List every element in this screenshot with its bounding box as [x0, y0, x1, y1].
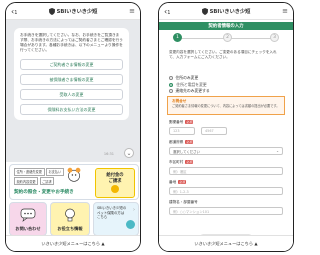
change-type-radios: 住所のみ変更 住所と電話を変更 連絡先のみ変更する	[169, 75, 210, 95]
coin-icon	[111, 184, 119, 193]
message-bubble: お手続きを選択してください。なお、お手続きをご覧頂きます際、お手続きの方法によっ…	[14, 28, 129, 120]
street-label: 番地 必須	[169, 180, 187, 184]
building-input[interactable]: 例）○○マンション101	[169, 207, 283, 215]
radio-option-3[interactable]: 連絡先のみ変更する	[169, 88, 210, 95]
option-button-4[interactable]: 保険料お支払い方法の変更	[20, 104, 123, 115]
shield-icon	[201, 7, 208, 15]
prefecture-label: 都道府県 必須	[169, 140, 194, 144]
back-button[interactable]: ‹1	[164, 7, 178, 16]
tag-item: 住所・連絡先変更	[14, 168, 45, 176]
warning-text: ご契約者さま情報の変更について、内容によっては書類の提出が必要です。	[172, 104, 280, 108]
chat-title: SBIいきいき少短	[25, 7, 121, 15]
banner-title: 契約の照会・変更やお手続き	[14, 190, 74, 195]
tag-item: お支払い	[46, 168, 64, 176]
postal-input-1[interactable]: 123	[169, 127, 195, 135]
city-input[interactable]: 例）港区	[169, 167, 283, 175]
left-phone: ‹1 SBIいきいき少短 ≡ お手続きを選択してください。なお、お手続きをご覧頂…	[5, 2, 141, 252]
inquiry-label: お問い合わせ	[15, 226, 41, 231]
tag-item: ご請求	[39, 177, 55, 186]
building-label: 建物名・部屋番号	[169, 200, 198, 204]
title-text: SBIいきいき少短	[56, 8, 98, 15]
useful-info-tile[interactable]: お役立ち情報	[50, 202, 90, 236]
rich-menu: 住所・連絡先変更 お支払い 契約内容変更 ご請求 契約の照会・変更やお手続き 給…	[6, 162, 140, 237]
radio-selected-icon	[169, 82, 173, 87]
street-input[interactable]: 例）1-2-3	[169, 187, 283, 195]
postal-label: 郵便番号 必須	[169, 120, 194, 124]
step-1: 1	[173, 33, 182, 42]
header-bar: ‹1 SBIいきいき少短 ≡	[6, 3, 140, 20]
contract-banner[interactable]: 住所・連絡先変更 お支払い 契約内容変更 ご請求 契約の照会・変更やお手続き 給…	[9, 164, 139, 200]
radio-icon	[169, 76, 173, 81]
arrow-right-icon: ›	[133, 207, 135, 213]
tag-list: 住所・連絡先変更 お支払い 契約内容変更 ご請求	[14, 168, 70, 186]
prefecture-select[interactable]: 選択してください ⌄	[169, 147, 283, 155]
paw-icon	[126, 220, 135, 229]
tag-item: 契約内容変更	[14, 177, 39, 186]
step-progress: 1 2 3	[173, 33, 279, 43]
option-button-2[interactable]: 被保険者さま情報の変更	[20, 74, 123, 85]
lightbulb-icon	[65, 208, 75, 222]
right-phone: ‹1 SBIいきいき少短 ≡ 契約者情報の入力 1 2 3 変更内容を選択してく…	[158, 2, 294, 252]
benefit-claim-label: 給付金の ご請求	[106, 173, 124, 184]
option-button-1[interactable]: ご契約者さま情報の変更	[20, 59, 123, 70]
hamburger-icon[interactable]: ≡	[274, 7, 288, 15]
title-text: SBIいきいき少短	[209, 8, 251, 15]
mascot-icon	[67, 167, 81, 182]
postal-input-2[interactable]: 4567	[201, 127, 227, 135]
option-button-3[interactable]: 受取人の変更	[20, 89, 123, 100]
inquiry-tile[interactable]: お問い合わせ	[9, 202, 47, 236]
message-text: お手続きを選択してください。なお、お手続きをご覧頂きます際、お手続きの方法によっ…	[20, 33, 123, 52]
chevron-down-icon: ⌄	[276, 149, 279, 153]
step-2: 2	[223, 33, 232, 42]
menu-footer[interactable]: いきいき少短メニューはこちら ▲	[6, 235, 140, 251]
chat-bubble-icon	[20, 208, 36, 222]
radio-icon	[169, 89, 173, 94]
form-title: 契約者情報の入力	[159, 22, 293, 30]
chat-title: SBIいきいき少短	[178, 7, 274, 15]
shield-icon	[48, 7, 55, 15]
back-button[interactable]: ‹1	[11, 7, 25, 16]
menu-footer[interactable]: いきいき少短メニューはこちら ▲	[159, 235, 293, 251]
pet-insurance-tile[interactable]: SBIいきいき少短のペット保険の方はこちら ›	[93, 202, 139, 236]
useful-info-label: お役立ち情報	[57, 226, 83, 231]
warning-box: お問合せ ご契約者さま情報の変更について、内容によっては書類の提出が必要です。	[167, 96, 285, 115]
form-intro: 変更内容を選択してください。ご変更のある項目にチェックを入れて、入力フォームにご…	[169, 50, 277, 59]
city-label: 市区町村 必須	[169, 160, 194, 164]
chat-area: お手続きを選択してください。なお、お手続きをご覧頂きます際、お手続きの方法によっ…	[6, 20, 140, 162]
chevron-down-icon[interactable]: ⌄	[124, 148, 134, 158]
header-bar: ‹1 SBIいきいき少短 ≡	[159, 3, 293, 20]
step-3: 3	[270, 33, 279, 42]
hamburger-icon[interactable]: ≡	[121, 7, 135, 15]
benefit-claim-tile[interactable]: 給付金の ご請求	[95, 168, 135, 198]
contract-form: 契約者情報の入力 1 2 3 変更内容を選択してください。ご変更のある項目にチェ…	[159, 20, 293, 251]
message-time: 16:31	[103, 152, 114, 156]
pet-insurance-text: SBIいきいき少短のペット保険の方はこちら	[97, 206, 127, 219]
